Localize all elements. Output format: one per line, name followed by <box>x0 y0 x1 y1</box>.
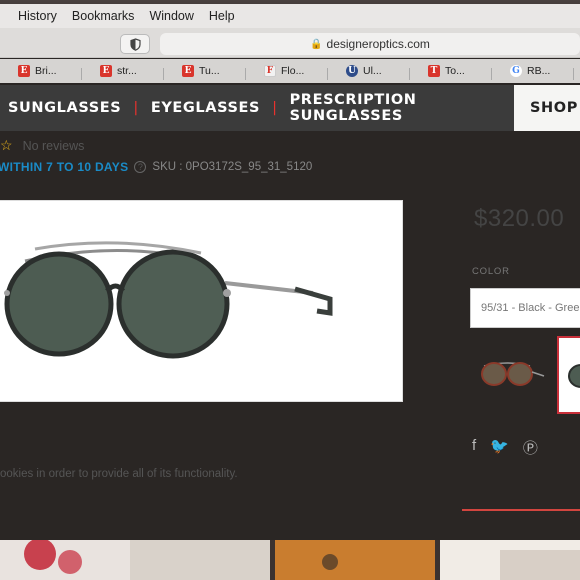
color-label: COLOR <box>472 266 510 277</box>
bookmark-label: Ul... <box>363 65 382 77</box>
desk-background <box>0 540 580 580</box>
menu-bar: History Bookmarks Window Help <box>0 4 580 28</box>
pinterest-icon[interactable]: Ⓟ <box>523 437 538 458</box>
bookmark-favicon-icon: E <box>100 65 112 77</box>
reviews-text[interactable]: No reviews <box>23 139 85 153</box>
bookmark-label: To... <box>445 65 465 77</box>
bookmark-favicon-icon: E <box>182 65 194 77</box>
bookmark-favicon-icon: U <box>346 65 358 77</box>
bookmark-label: Bri... <box>35 65 57 77</box>
browser-toolbar: 🔒 designeroptics.com <box>0 28 580 58</box>
bookmark-favicon-icon: E <box>18 65 30 77</box>
color-swatch-thumbnail[interactable] <box>478 352 548 394</box>
bookmark-label: Flo... <box>281 65 305 77</box>
bookmark-item[interactable]: G RB... <box>492 65 574 80</box>
menu-history[interactable]: History <box>18 9 57 23</box>
nav-separator: | <box>272 100 278 116</box>
bookmark-item[interactable]: E Tu... <box>164 65 246 80</box>
bookmark-item[interactable]: T To... <box>410 65 492 80</box>
site-navigation: SUNGLASSES | EYEGLASSES | PRESCRIPTION S… <box>0 85 514 131</box>
shipping-time: WITHIN 7 TO 10 DAYS <box>0 160 129 174</box>
bookmark-item[interactable]: E Bri... <box>0 65 82 80</box>
menu-help[interactable]: Help <box>209 9 235 23</box>
cookie-notice: ookies in order to provide all of its fu… <box>0 468 238 480</box>
help-question-icon[interactable]: ? <box>134 161 147 173</box>
color-select[interactable]: 95/31 - Black - Green <box>470 288 580 328</box>
bookmark-item[interactable]: Estr... <box>82 65 164 80</box>
shield-icon <box>129 37 141 51</box>
menu-bookmarks[interactable]: Bookmarks <box>72 9 135 23</box>
accent-underline <box>462 509 580 511</box>
bookmark-item[interactable]: U Ul... <box>328 65 410 80</box>
twitter-icon[interactable]: 🐦 <box>490 437 509 458</box>
bookmark-label: str... <box>117 65 137 77</box>
nav-shop[interactable]: SHOP <box>514 85 580 131</box>
address-url: designeroptics.com <box>326 37 430 51</box>
google-icon: G <box>510 65 522 77</box>
color-swatch-selected[interactable] <box>557 336 580 414</box>
facebook-icon[interactable]: f <box>472 437 476 458</box>
sunglasses-image <box>4 241 333 359</box>
bookmark-favicon-icon: F <box>264 65 276 77</box>
social-share: f 🐦 Ⓟ <box>472 437 538 458</box>
nav-shop-label: SHOP <box>530 100 578 116</box>
bookmark-label: Tu... <box>199 65 220 77</box>
nav-separator: | <box>133 100 139 116</box>
bookmark-item[interactable]: F Flo... <box>246 65 328 80</box>
product-price: $320.00 <box>474 205 565 232</box>
address-bar[interactable]: 🔒 designeroptics.com <box>160 33 580 55</box>
reviews-row: ☆ No reviews <box>0 137 84 154</box>
bookmarks-bar: E Bri... Estr... E Tu... F Flo... U Ul... TT… <box>0 59 580 83</box>
menu-window[interactable]: Window <box>149 9 193 23</box>
shipping-row: WITHIN 7 TO 10 DAYS ? SKU : 0PO3172S_95_… <box>0 160 312 174</box>
product-image[interactable] <box>0 200 403 402</box>
bookmark-label: RB... <box>527 65 551 77</box>
star-icon: ☆ <box>0 137 13 153</box>
lock-icon: 🔒 <box>310 38 323 50</box>
product-sku: SKU : 0PO3172S_95_31_5120 <box>152 161 313 173</box>
bookmark-favicon-icon: T <box>428 65 440 77</box>
privacy-shield-button[interactable] <box>120 34 150 54</box>
nav-sunglasses[interactable]: SUNGLASSES <box>8 100 121 116</box>
color-select-value: 95/31 - Black - Green <box>481 302 580 314</box>
nav-prescription-sunglasses[interactable]: PRESCRIPTION SUNGLASSES <box>290 92 514 124</box>
nav-eyeglasses[interactable]: EYEGLASSES <box>151 100 260 116</box>
